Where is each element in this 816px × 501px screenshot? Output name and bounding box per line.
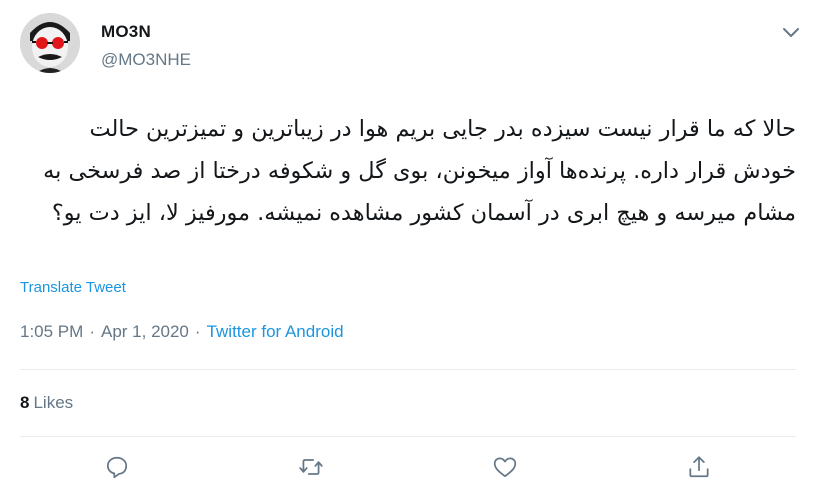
- reply-icon[interactable]: [104, 454, 130, 480]
- tweet-date[interactable]: Apr 1, 2020: [101, 322, 189, 341]
- user-handle[interactable]: @MO3NHE: [101, 50, 191, 70]
- divider: [20, 436, 796, 437]
- display-name[interactable]: MO3N: [101, 22, 151, 42]
- tweet-time: 1:05 PM: [20, 322, 84, 341]
- tweet-source-link[interactable]: Twitter for Android: [207, 322, 344, 341]
- meta-separator: ·: [194, 322, 201, 341]
- meta-separator: ·: [89, 322, 95, 341]
- avatar-image: [20, 13, 80, 73]
- retweet-icon[interactable]: [298, 454, 324, 480]
- likes-count: 8: [20, 393, 30, 412]
- tweet-text: حالا که ما قرار نیست سیزده بدر جایی بریم…: [43, 116, 796, 226]
- chevron-down-icon[interactable]: [779, 20, 803, 44]
- likes-label: Likes: [33, 393, 74, 412]
- likes-count-link[interactable]: 8 Likes: [20, 393, 73, 413]
- heart-icon[interactable]: [492, 454, 518, 480]
- share-icon[interactable]: [686, 454, 712, 480]
- tweet-meta: 1:05 PM · Apr 1, 2020 · Twitter for Android: [20, 322, 344, 342]
- avatar[interactable]: [20, 13, 80, 73]
- divider: [20, 369, 796, 370]
- translate-tweet-link[interactable]: Translate Tweet: [20, 279, 126, 296]
